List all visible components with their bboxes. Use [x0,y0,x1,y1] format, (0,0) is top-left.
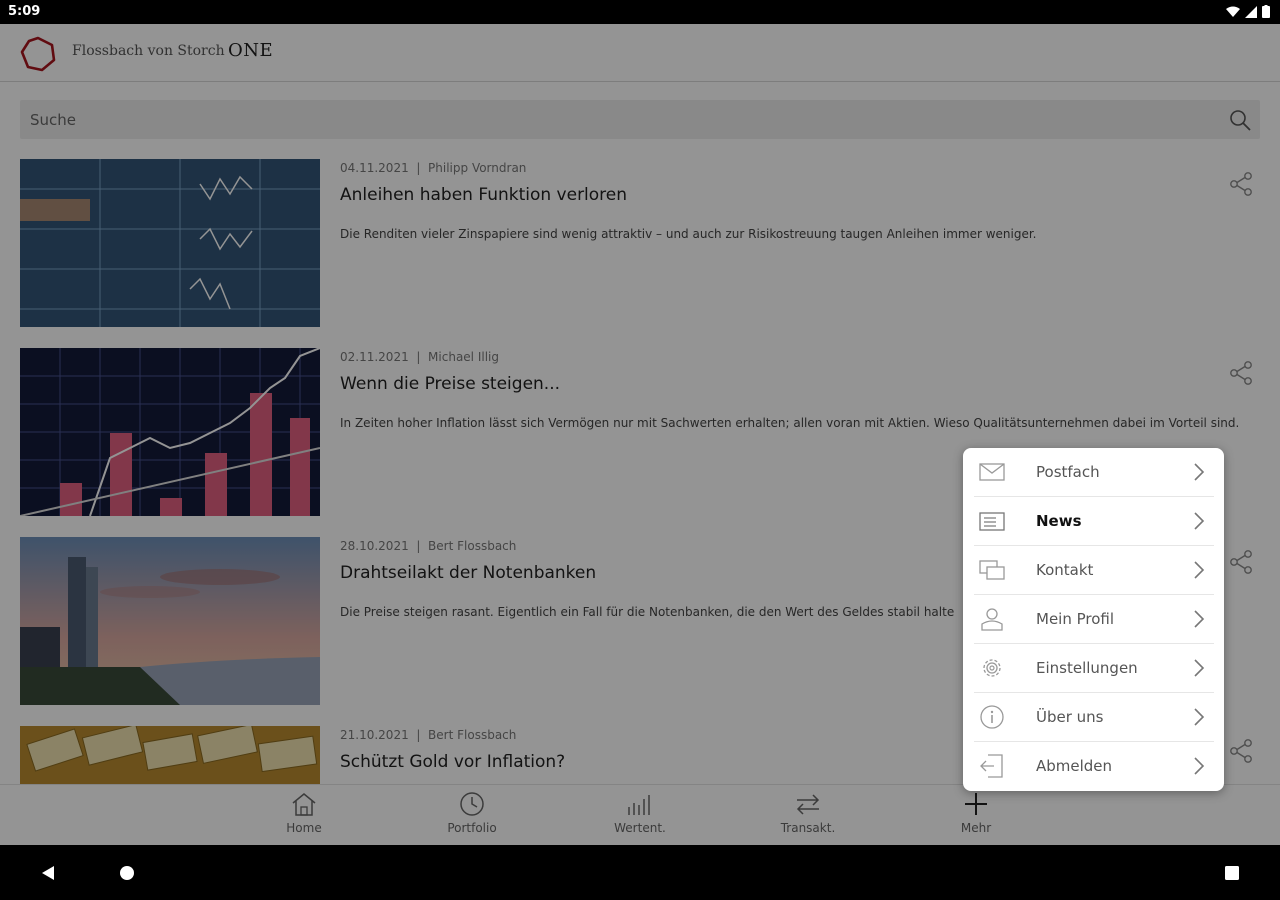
status-bar: 5:09 [0,0,1280,24]
signal-icon [1245,5,1257,18]
menu-item-profil[interactable]: Mein Profil [974,595,1214,644]
menu-item-news[interactable]: News [974,497,1214,546]
status-icons [1226,5,1270,18]
chevron-right-icon [1194,561,1205,579]
chevron-right-icon [1194,757,1205,775]
info-icon [980,705,1004,729]
menu-item-label: News [1036,512,1082,530]
menu-item-label: Kontakt [1036,561,1094,579]
battery-icon [1262,5,1270,18]
more-menu: Postfach News Kontakt Mein Profil Einste… [963,448,1224,791]
chevron-right-icon [1194,610,1205,628]
gear-icon [983,659,1001,677]
chat-icon [979,560,1005,580]
menu-item-label: Abmelden [1036,757,1113,775]
menu-item-label: Mein Profil [1036,610,1115,628]
menu-item-label: Über uns [1036,708,1104,726]
chevron-right-icon [1194,708,1205,726]
menu-item-ueber-uns[interactable]: Über uns [974,693,1214,742]
menu-item-kontakt[interactable]: Kontakt [974,546,1214,595]
chevron-right-icon [1194,463,1205,481]
wifi-icon [1226,6,1240,17]
menu-item-abmelden[interactable]: Abmelden [974,742,1214,791]
menu-item-einstellungen[interactable]: Einstellungen [974,644,1214,693]
chevron-right-icon [1194,659,1205,677]
menu-item-postfach[interactable]: Postfach [974,448,1214,497]
back-icon[interactable] [40,865,56,881]
logout-icon [980,754,1003,778]
home-button-icon[interactable] [119,865,135,881]
system-nav-bar [0,845,1280,900]
profile-icon [981,608,1003,631]
status-time: 5:09 [8,4,41,19]
recents-icon[interactable] [1224,865,1240,881]
menu-item-label: Postfach [1036,463,1100,481]
newspaper-icon [979,512,1005,531]
chevron-right-icon [1194,512,1205,530]
mail-icon [979,463,1005,481]
menu-item-label: Einstellungen [1036,659,1138,677]
app-screen: Flossbach von Storch ONE Suche 04.11.202… [0,24,1280,845]
